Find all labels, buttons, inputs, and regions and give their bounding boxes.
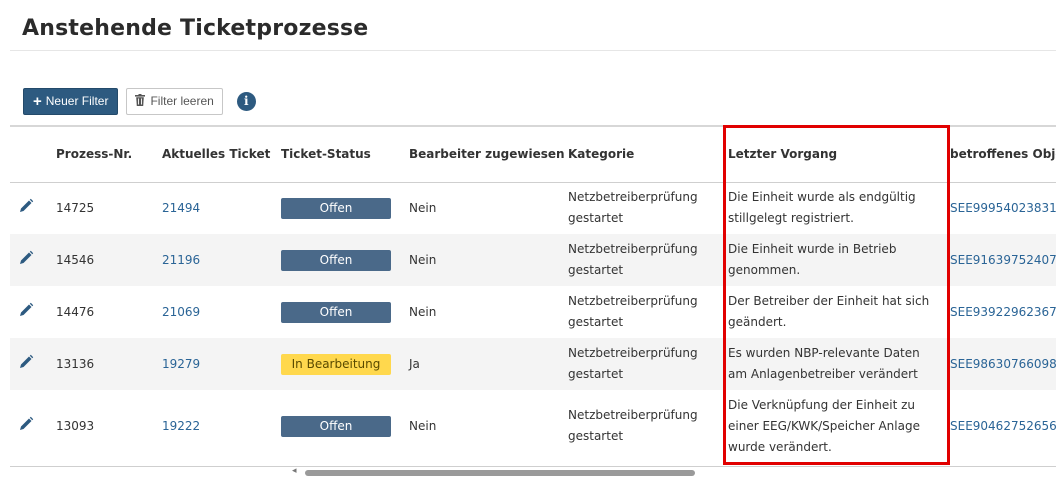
new-filter-button[interactable]: + Neuer Filter	[23, 87, 119, 115]
status-cell: Offen	[275, 182, 403, 234]
status-badge: Offen	[281, 301, 391, 323]
last-action: Die Einheit wurde in Betrieb genommen.	[722, 234, 944, 286]
clear-filter-button[interactable]: Filter leeren	[126, 87, 223, 115]
status-cell: Offen	[275, 234, 403, 286]
object-link[interactable]: SEE9863076609805	[944, 338, 1056, 390]
process-table: Prozess-Nr. Aktuelles Ticket Ticket-Stat…	[10, 125, 1056, 467]
pencil-icon[interactable]	[16, 352, 36, 372]
table-row[interactable]: 14476 21069 Offen Nein Netzbetreiberprüfung …	[10, 286, 1056, 338]
edit-cell	[10, 338, 50, 390]
edit-cell	[10, 286, 50, 338]
col-edit	[10, 127, 50, 183]
assigned: Nein	[403, 390, 562, 462]
col-affected-object[interactable]: betroffenes Objekt	[944, 127, 1056, 183]
horizontal-scrollbar[interactable]	[305, 470, 695, 476]
object-link[interactable]: SEE9163975240722	[944, 234, 1056, 286]
col-category[interactable]: Kategorie	[562, 127, 722, 183]
process-nr: 14725	[50, 182, 156, 234]
assigned: Ja	[403, 338, 562, 390]
process-nr: 13093	[50, 390, 156, 462]
status-cell: In Bearbeitung	[275, 338, 403, 390]
table-row[interactable]: 14546 21196 Offen Nein Netzbetreiberprüfung …	[10, 234, 1056, 286]
last-action: Es wurden NBP-relevante Daten am Anlagen…	[722, 338, 944, 390]
table-row[interactable]: 13093 19222 Offen Nein Netzbetreiberprüfung …	[10, 390, 1056, 462]
object-link[interactable]: SEE9995402383113	[944, 182, 1056, 234]
page-title: Anstehende Ticketprozesse	[22, 16, 369, 41]
edit-cell	[10, 234, 50, 286]
new-filter-label: Neuer Filter	[45, 94, 109, 108]
page: Anstehende Ticketprozesse + Neuer Filter…	[0, 0, 1056, 478]
status-cell: Offen	[275, 286, 403, 338]
last-action: Die Einheit wurde als endgültig stillgel…	[722, 182, 944, 234]
title-divider	[10, 50, 1056, 51]
category: Netzbetreiberprüfung gestartet	[562, 286, 722, 338]
status-badge: In Bearbeitung	[281, 353, 391, 375]
edit-cell	[10, 390, 50, 462]
ticket-link[interactable]: 19222	[156, 390, 275, 462]
pencil-icon[interactable]	[16, 248, 36, 268]
assigned: Nein	[403, 286, 562, 338]
edit-cell	[10, 182, 50, 234]
process-nr: 13136	[50, 338, 156, 390]
category: Netzbetreiberprüfung gestartet	[562, 390, 722, 462]
info-icon[interactable]: i	[236, 91, 256, 111]
assigned: Nein	[403, 234, 562, 286]
table-row[interactable]: 14725 21494 Offen Nein Netzbetreiberprüfung …	[10, 182, 1056, 234]
assigned: Nein	[403, 182, 562, 234]
scroll-left-arrow-icon[interactable]: ◂	[292, 466, 297, 476]
ticket-link[interactable]: 19279	[156, 338, 275, 390]
ticket-link[interactable]: 21494	[156, 182, 275, 234]
status-badge: Offen	[281, 249, 391, 271]
process-nr: 14476	[50, 286, 156, 338]
last-action: Der Betreiber der Einheit hat sich geänd…	[722, 286, 944, 338]
ticket-link[interactable]: 21196	[156, 234, 275, 286]
col-assigned[interactable]: Bearbeiter zugewiesen	[403, 127, 565, 183]
table-header-row: Prozess-Nr. Aktuelles Ticket Ticket-Stat…	[10, 127, 1056, 183]
pencil-icon[interactable]	[16, 196, 36, 216]
plus-icon: +	[33, 92, 42, 110]
pencil-icon[interactable]	[16, 300, 36, 320]
object-link[interactable]: SEE9046275265649	[944, 390, 1056, 462]
col-ticket-status[interactable]: Ticket-Status	[275, 127, 403, 183]
col-process-nr[interactable]: Prozess-Nr.	[50, 127, 156, 183]
clear-filter-label: Filter leeren	[150, 94, 214, 108]
process-nr: 14546	[50, 234, 156, 286]
col-current-ticket[interactable]: Aktuelles Ticket	[156, 127, 275, 183]
table-bottom-rule	[10, 466, 1056, 467]
status-badge: Offen	[281, 197, 391, 219]
table-row[interactable]: 13136 19279 In Bearbeitung Ja Netzbetreiberp…	[10, 338, 1056, 390]
status-badge: Offen	[281, 415, 391, 437]
category: Netzbetreiberprüfung gestartet	[562, 338, 722, 390]
last-action: Die Verknüpfung der Einheit zu einer EEG…	[722, 390, 944, 462]
toolbar: + Neuer Filter Filter leeren i	[23, 87, 256, 115]
category: Netzbetreiberprüfung gestartet	[562, 182, 722, 234]
object-link[interactable]: SEE9392296236701	[944, 286, 1056, 338]
col-last-action[interactable]: Letzter Vorgang	[722, 127, 944, 183]
ticket-link[interactable]: 21069	[156, 286, 275, 338]
pencil-icon[interactable]	[16, 414, 36, 434]
category: Netzbetreiberprüfung gestartet	[562, 234, 722, 286]
status-cell: Offen	[275, 390, 403, 462]
trash-icon	[135, 93, 146, 109]
